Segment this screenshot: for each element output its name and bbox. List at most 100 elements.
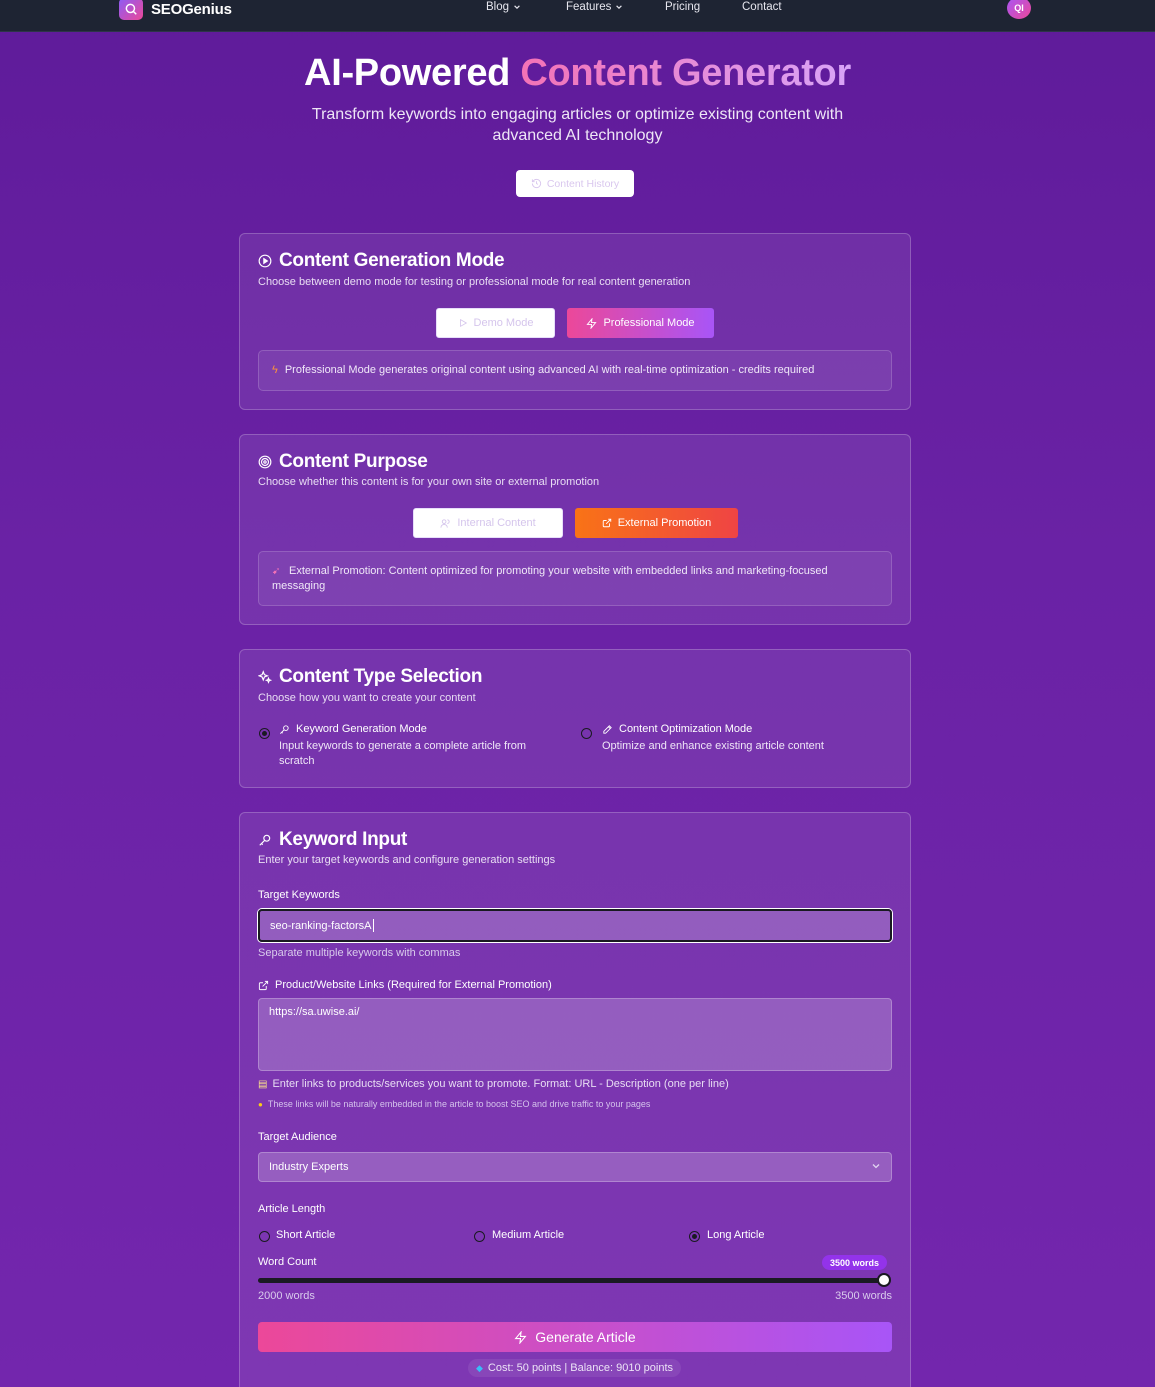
mode-info-text: Professional Mode generates original con…: [284, 364, 815, 376]
nav-pricing[interactable]: Pricing: [665, 1, 700, 13]
gem-icon: ◆: [476, 1362, 483, 1373]
keyword-generation-radio[interactable]: [259, 728, 270, 739]
external-promotion-label: External Promotion: [617, 517, 712, 529]
product-links-value: https://sa.uwise.ai/: [269, 1006, 360, 1018]
content-purpose-title: Content Purpose: [258, 451, 428, 473]
lightning-icon: ϟ: [272, 364, 278, 376]
keywords-hint: Separate multiple keywords with commas: [258, 947, 461, 959]
purpose-info-box: External Promotion: Content optimized fo…: [258, 551, 892, 606]
title-plain: AI-Powered: [304, 52, 511, 94]
links-hint-text: Enter links to products/services you wan…: [272, 1078, 729, 1090]
product-links-textarea[interactable]: https://sa.uwise.ai/: [258, 998, 892, 1071]
content-optimization-title: Content Optimization Mode: [619, 723, 753, 735]
demo-mode-label: Demo Mode: [473, 317, 534, 329]
brand-logo[interactable]: SEOGenius: [119, 0, 232, 20]
chevron-down-icon: [514, 5, 520, 10]
links-hint: ▤ Enter links to products/services you w…: [258, 1078, 729, 1090]
medium-article-radio[interactable]: [474, 1231, 485, 1242]
content-purpose-card: Content Purpose Choose whether this cont…: [239, 434, 911, 625]
generation-mode-title: Content Generation Mode: [258, 250, 505, 272]
keyword-input-card: Keyword Input Enter your target keywords…: [239, 812, 911, 1387]
generate-article-button[interactable]: Generate Article: [258, 1322, 892, 1352]
content-optimization-radio[interactable]: [581, 728, 592, 739]
internal-content-label: Internal Content: [457, 517, 536, 529]
target-audience-label: Target Audience: [258, 1131, 337, 1143]
play-icon: [459, 318, 467, 328]
content-history-label: Content History: [546, 177, 620, 190]
lightning-icon: [586, 317, 598, 329]
keyword-input-title-text: Keyword Input: [279, 829, 408, 850]
target-audience-select[interactable]: Industry Experts: [258, 1152, 892, 1182]
users-icon: [440, 518, 450, 528]
target-icon: [258, 455, 272, 469]
long-article-radio[interactable]: [689, 1231, 700, 1242]
product-links-label-text: Product/Website Links (Required for Exte…: [275, 979, 552, 991]
internal-content-button[interactable]: Internal Content: [413, 508, 563, 538]
content-type-desc: Choose how you want to create your conte…: [258, 692, 476, 704]
chevron-down-icon: [872, 1164, 880, 1169]
word-count-badge: 3500 words: [822, 1255, 888, 1270]
user-avatar[interactable]: QI: [1007, 0, 1031, 19]
content-purpose-title-text: Content Purpose: [279, 451, 428, 472]
short-article-label[interactable]: Short Article: [276, 1229, 335, 1241]
professional-mode-label: Professional Mode: [603, 317, 695, 329]
page-title: AI-Powered Content Generator: [0, 52, 1155, 95]
rocket-icon: ➹: [272, 566, 281, 577]
sparkles-icon: [258, 670, 272, 684]
content-optimization-option[interactable]: Content Optimization Mode: [602, 723, 752, 735]
long-article-label[interactable]: Long Article: [707, 1229, 764, 1241]
generation-mode-card: Content Generation Mode Choose between d…: [239, 233, 911, 410]
word-count-label: Word Count: [258, 1256, 317, 1268]
edit-icon: [603, 724, 612, 734]
demo-mode-button[interactable]: Demo Mode: [436, 308, 555, 338]
external-link-icon: [602, 518, 611, 528]
lightbulb-icon: ●: [258, 1099, 263, 1109]
product-links-label: Product/Website Links (Required for Exte…: [258, 979, 552, 991]
links-tip: ● These links will be naturally embedded…: [258, 1099, 650, 1109]
nav-contact[interactable]: Contact: [742, 1, 782, 13]
history-icon: [531, 178, 541, 189]
key-icon: [280, 724, 289, 734]
text-cursor: [372, 919, 374, 932]
nav-features-label: Features: [566, 1, 612, 13]
target-keywords-input[interactable]: seo-ranking-factorsA: [258, 909, 892, 942]
content-type-title: Content Type Selection: [258, 666, 482, 688]
title-highlight: Content Generator: [520, 52, 851, 94]
article-length-label: Article Length: [258, 1203, 326, 1215]
word-count-min: 2000 words: [258, 1290, 315, 1302]
word-count-slider-thumb[interactable]: [877, 1273, 891, 1287]
generation-mode-title-text: Content Generation Mode: [279, 250, 505, 271]
nav-pricing-label: Pricing: [665, 1, 701, 13]
content-purpose-desc: Choose whether this content is for your …: [258, 476, 600, 488]
external-promotion-button[interactable]: External Promotion: [575, 508, 738, 538]
purpose-info-text: External Promotion: Content optimized fo…: [272, 564, 828, 592]
content-type-card: Content Type Selection Choose how you wa…: [239, 649, 911, 788]
content-history-button[interactable]: Content History: [516, 170, 634, 197]
keyword-generation-option[interactable]: Keyword Generation Mode: [279, 723, 427, 735]
generation-mode-desc: Choose between demo mode for testing or …: [258, 276, 691, 288]
key-icon: [259, 834, 271, 846]
keyword-input-desc: Enter your target keywords and configure…: [258, 854, 556, 866]
professional-mode-button[interactable]: Professional Mode: [567, 308, 714, 338]
medium-article-label[interactable]: Medium Article: [492, 1229, 564, 1241]
page-subtitle: Transform keywords into engaging article…: [311, 106, 844, 144]
target-keywords-label: Target Keywords: [258, 889, 340, 901]
nav-features[interactable]: Features: [566, 1, 623, 13]
word-count-slider[interactable]: [258, 1278, 884, 1283]
cost-balance-pill: ◆ Cost: 50 points | Balance: 9010 points: [468, 1359, 682, 1377]
word-count-max: 3500 words: [835, 1290, 892, 1302]
top-navbar: SEOGenius Blog Features Pricing Contact …: [0, 0, 1155, 32]
target-keywords-value: seo-ranking-factorsA: [270, 919, 372, 932]
play-circle-icon: [258, 254, 272, 268]
nav-blog[interactable]: Blog: [486, 1, 521, 13]
keyword-input-title: Keyword Input: [258, 829, 407, 851]
nav-contact-label: Contact: [742, 1, 782, 13]
target-audience-value: Industry Experts: [269, 1161, 349, 1173]
cost-balance-text: Cost: 50 points | Balance: 9010 points: [487, 1362, 674, 1374]
short-article-radio[interactable]: [259, 1231, 270, 1242]
memo-icon: ▤: [258, 1078, 268, 1090]
brand-name: SEOGenius: [151, 0, 232, 18]
search-icon: [119, 0, 143, 20]
content-type-title-text: Content Type Selection: [279, 666, 483, 687]
content-optimization-desc: Optimize and enhance existing article co…: [602, 740, 824, 752]
